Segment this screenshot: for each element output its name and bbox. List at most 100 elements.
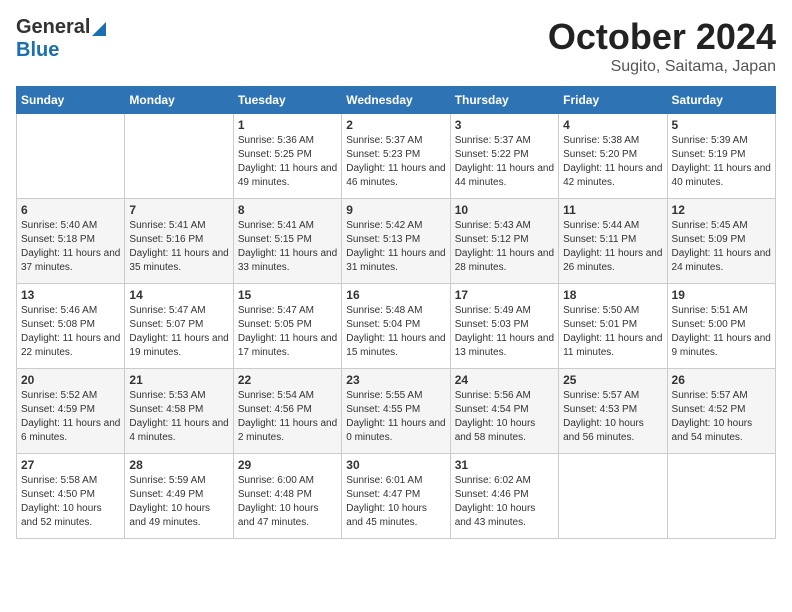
calendar-cell: 25 Sunrise: 5:57 AM Sunset: 4:53 PM Dayli…	[559, 369, 667, 454]
calendar-cell: 10 Sunrise: 5:43 AM Sunset: 5:12 PM Dayli…	[450, 199, 558, 284]
day-number: 10	[455, 203, 554, 217]
calendar-cell: 13Sunrise: 5:46 AM Sunset: 5:08 PM Dayli…	[17, 284, 125, 369]
calendar-cell: 19Sunrise: 5:51 AM Sunset: 5:00 PM Dayli…	[667, 284, 775, 369]
calendar-cell: 20 Sunrise: 5:52 AM Sunset: 4:59 PM Dayli…	[17, 369, 125, 454]
calendar-cell: 28 Sunrise: 5:59 AM Sunset: 4:49 PM Dayli…	[125, 454, 233, 539]
day-number: 2	[346, 118, 445, 132]
calendar-cell	[125, 114, 233, 199]
day-detail: Sunrise: 5:41 AM Sunset: 5:16 PM Dayligh…	[129, 219, 228, 275]
day-detail: Sunrise: 6:01 AM Sunset: 4:47 PM Dayligh…	[346, 474, 445, 530]
calendar-cell: 23Sunrise: 5:55 AM Sunset: 4:55 PM Dayli…	[342, 369, 450, 454]
calendar-cell: 8 Sunrise: 5:41 AM Sunset: 5:15 PM Daylig…	[233, 199, 341, 284]
day-number: 22	[238, 373, 337, 387]
day-detail: Sunrise: 5:45 AM Sunset: 5:09 PM Dayligh…	[672, 219, 771, 275]
calendar-cell: 5 Sunrise: 5:39 AM Sunset: 5:19 PM Daylig…	[667, 114, 775, 199]
header-sunday: Sunday	[17, 87, 125, 114]
day-detail: Sunrise: 5:51 AM Sunset: 5:00 PM Dayligh…	[672, 304, 771, 360]
calendar-cell: 17Sunrise: 5:49 AM Sunset: 5:03 PM Dayli…	[450, 284, 558, 369]
header-monday: Monday	[125, 87, 233, 114]
day-number: 14	[129, 288, 228, 302]
day-number: 6	[21, 203, 120, 217]
day-number: 8	[238, 203, 337, 217]
day-number: 27	[21, 458, 120, 472]
logo: General Blue	[16, 16, 106, 62]
logo-arrow-icon	[92, 22, 106, 36]
calendar-cell: 22 Sunrise: 5:54 AM Sunset: 4:56 PM Dayli…	[233, 369, 341, 454]
header-tuesday: Tuesday	[233, 87, 341, 114]
day-detail: Sunrise: 6:02 AM Sunset: 4:46 PM Dayligh…	[455, 474, 554, 530]
day-detail: Sunrise: 5:47 AM Sunset: 5:05 PM Dayligh…	[238, 304, 337, 360]
header-saturday: Saturday	[667, 87, 775, 114]
calendar-cell: 15 Sunrise: 5:47 AM Sunset: 5:05 PM Dayli…	[233, 284, 341, 369]
day-number: 25	[563, 373, 662, 387]
calendar-cell: 11 Sunrise: 5:44 AM Sunset: 5:11 PM Dayli…	[559, 199, 667, 284]
header-thursday: Thursday	[450, 87, 558, 114]
day-detail: Sunrise: 5:39 AM Sunset: 5:19 PM Dayligh…	[672, 134, 771, 190]
calendar-week-row: 27 Sunrise: 5:58 AM Sunset: 4:50 PM Dayli…	[17, 454, 776, 539]
calendar-cell: 3Sunrise: 5:37 AM Sunset: 5:22 PM Daylig…	[450, 114, 558, 199]
day-number: 4	[563, 118, 662, 132]
day-detail: Sunrise: 5:50 AM Sunset: 5:01 PM Dayligh…	[563, 304, 662, 360]
calendar-cell: 12 Sunrise: 5:45 AM Sunset: 5:09 PM Dayli…	[667, 199, 775, 284]
calendar-cell: 1Sunrise: 5:36 AM Sunset: 5:25 PM Daylig…	[233, 114, 341, 199]
calendar-cell: 31Sunrise: 6:02 AM Sunset: 4:46 PM Dayli…	[450, 454, 558, 539]
logo-blue-text: Blue	[16, 39, 59, 61]
day-number: 9	[346, 203, 445, 217]
day-detail: Sunrise: 5:57 AM Sunset: 4:53 PM Dayligh…	[563, 389, 662, 445]
day-number: 12	[672, 203, 771, 217]
day-number: 5	[672, 118, 771, 132]
day-detail: Sunrise: 6:00 AM Sunset: 4:48 PM Dayligh…	[238, 474, 337, 530]
month-title: October 2024	[548, 16, 776, 58]
day-detail: Sunrise: 5:43 AM Sunset: 5:12 PM Dayligh…	[455, 219, 554, 275]
calendar-cell: 6 Sunrise: 5:40 AM Sunset: 5:18 PM Daylig…	[17, 199, 125, 284]
calendar-cell	[667, 454, 775, 539]
calendar-cell: 26 Sunrise: 5:57 AM Sunset: 4:52 PM Dayli…	[667, 369, 775, 454]
page-header: General Blue October 2024 Sugito, Saitam…	[16, 16, 776, 76]
calendar-cell: 9 Sunrise: 5:42 AM Sunset: 5:13 PM Daylig…	[342, 199, 450, 284]
day-number: 16	[346, 288, 445, 302]
calendar-cell: 30Sunrise: 6:01 AM Sunset: 4:47 PM Dayli…	[342, 454, 450, 539]
day-number: 1	[238, 118, 337, 132]
day-number: 13	[21, 288, 120, 302]
day-number: 20	[21, 373, 120, 387]
calendar-cell: 4 Sunrise: 5:38 AM Sunset: 5:20 PM Daylig…	[559, 114, 667, 199]
calendar-week-row: 13Sunrise: 5:46 AM Sunset: 5:08 PM Dayli…	[17, 284, 776, 369]
calendar-header-row: SundayMondayTuesdayWednesdayThursdayFrid…	[17, 87, 776, 114]
day-detail: Sunrise: 5:56 AM Sunset: 4:54 PM Dayligh…	[455, 389, 554, 445]
day-detail: Sunrise: 5:58 AM Sunset: 4:50 PM Dayligh…	[21, 474, 120, 530]
calendar-table: SundayMondayTuesdayWednesdayThursdayFrid…	[16, 86, 776, 539]
header-wednesday: Wednesday	[342, 87, 450, 114]
day-detail: Sunrise: 5:38 AM Sunset: 5:20 PM Dayligh…	[563, 134, 662, 190]
day-detail: Sunrise: 5:47 AM Sunset: 5:07 PM Dayligh…	[129, 304, 228, 360]
calendar-cell	[17, 114, 125, 199]
calendar-week-row: 6 Sunrise: 5:40 AM Sunset: 5:18 PM Daylig…	[17, 199, 776, 284]
day-number: 28	[129, 458, 228, 472]
day-detail: Sunrise: 5:37 AM Sunset: 5:23 PM Dayligh…	[346, 134, 445, 190]
day-detail: Sunrise: 5:40 AM Sunset: 5:18 PM Dayligh…	[21, 219, 120, 275]
day-detail: Sunrise: 5:54 AM Sunset: 4:56 PM Dayligh…	[238, 389, 337, 445]
day-number: 29	[238, 458, 337, 472]
title-block: October 2024 Sugito, Saitama, Japan	[548, 16, 776, 76]
day-detail: Sunrise: 5:42 AM Sunset: 5:13 PM Dayligh…	[346, 219, 445, 275]
day-number: 26	[672, 373, 771, 387]
day-number: 11	[563, 203, 662, 217]
day-detail: Sunrise: 5:41 AM Sunset: 5:15 PM Dayligh…	[238, 219, 337, 275]
calendar-cell: 29 Sunrise: 6:00 AM Sunset: 4:48 PM Dayli…	[233, 454, 341, 539]
day-detail: Sunrise: 5:44 AM Sunset: 5:11 PM Dayligh…	[563, 219, 662, 275]
calendar-cell	[559, 454, 667, 539]
day-detail: Sunrise: 5:52 AM Sunset: 4:59 PM Dayligh…	[21, 389, 120, 445]
day-detail: Sunrise: 5:57 AM Sunset: 4:52 PM Dayligh…	[672, 389, 771, 445]
day-detail: Sunrise: 5:59 AM Sunset: 4:49 PM Dayligh…	[129, 474, 228, 530]
calendar-cell: 18 Sunrise: 5:50 AM Sunset: 5:01 PM Dayli…	[559, 284, 667, 369]
day-number: 21	[129, 373, 228, 387]
day-number: 7	[129, 203, 228, 217]
logo-general-text: General	[16, 16, 90, 39]
day-number: 15	[238, 288, 337, 302]
calendar-cell: 27 Sunrise: 5:58 AM Sunset: 4:50 PM Dayli…	[17, 454, 125, 539]
calendar-week-row: 1Sunrise: 5:36 AM Sunset: 5:25 PM Daylig…	[17, 114, 776, 199]
day-detail: Sunrise: 5:49 AM Sunset: 5:03 PM Dayligh…	[455, 304, 554, 360]
day-number: 18	[563, 288, 662, 302]
header-friday: Friday	[559, 87, 667, 114]
calendar-cell: 24Sunrise: 5:56 AM Sunset: 4:54 PM Dayli…	[450, 369, 558, 454]
day-detail: Sunrise: 5:48 AM Sunset: 5:04 PM Dayligh…	[346, 304, 445, 360]
